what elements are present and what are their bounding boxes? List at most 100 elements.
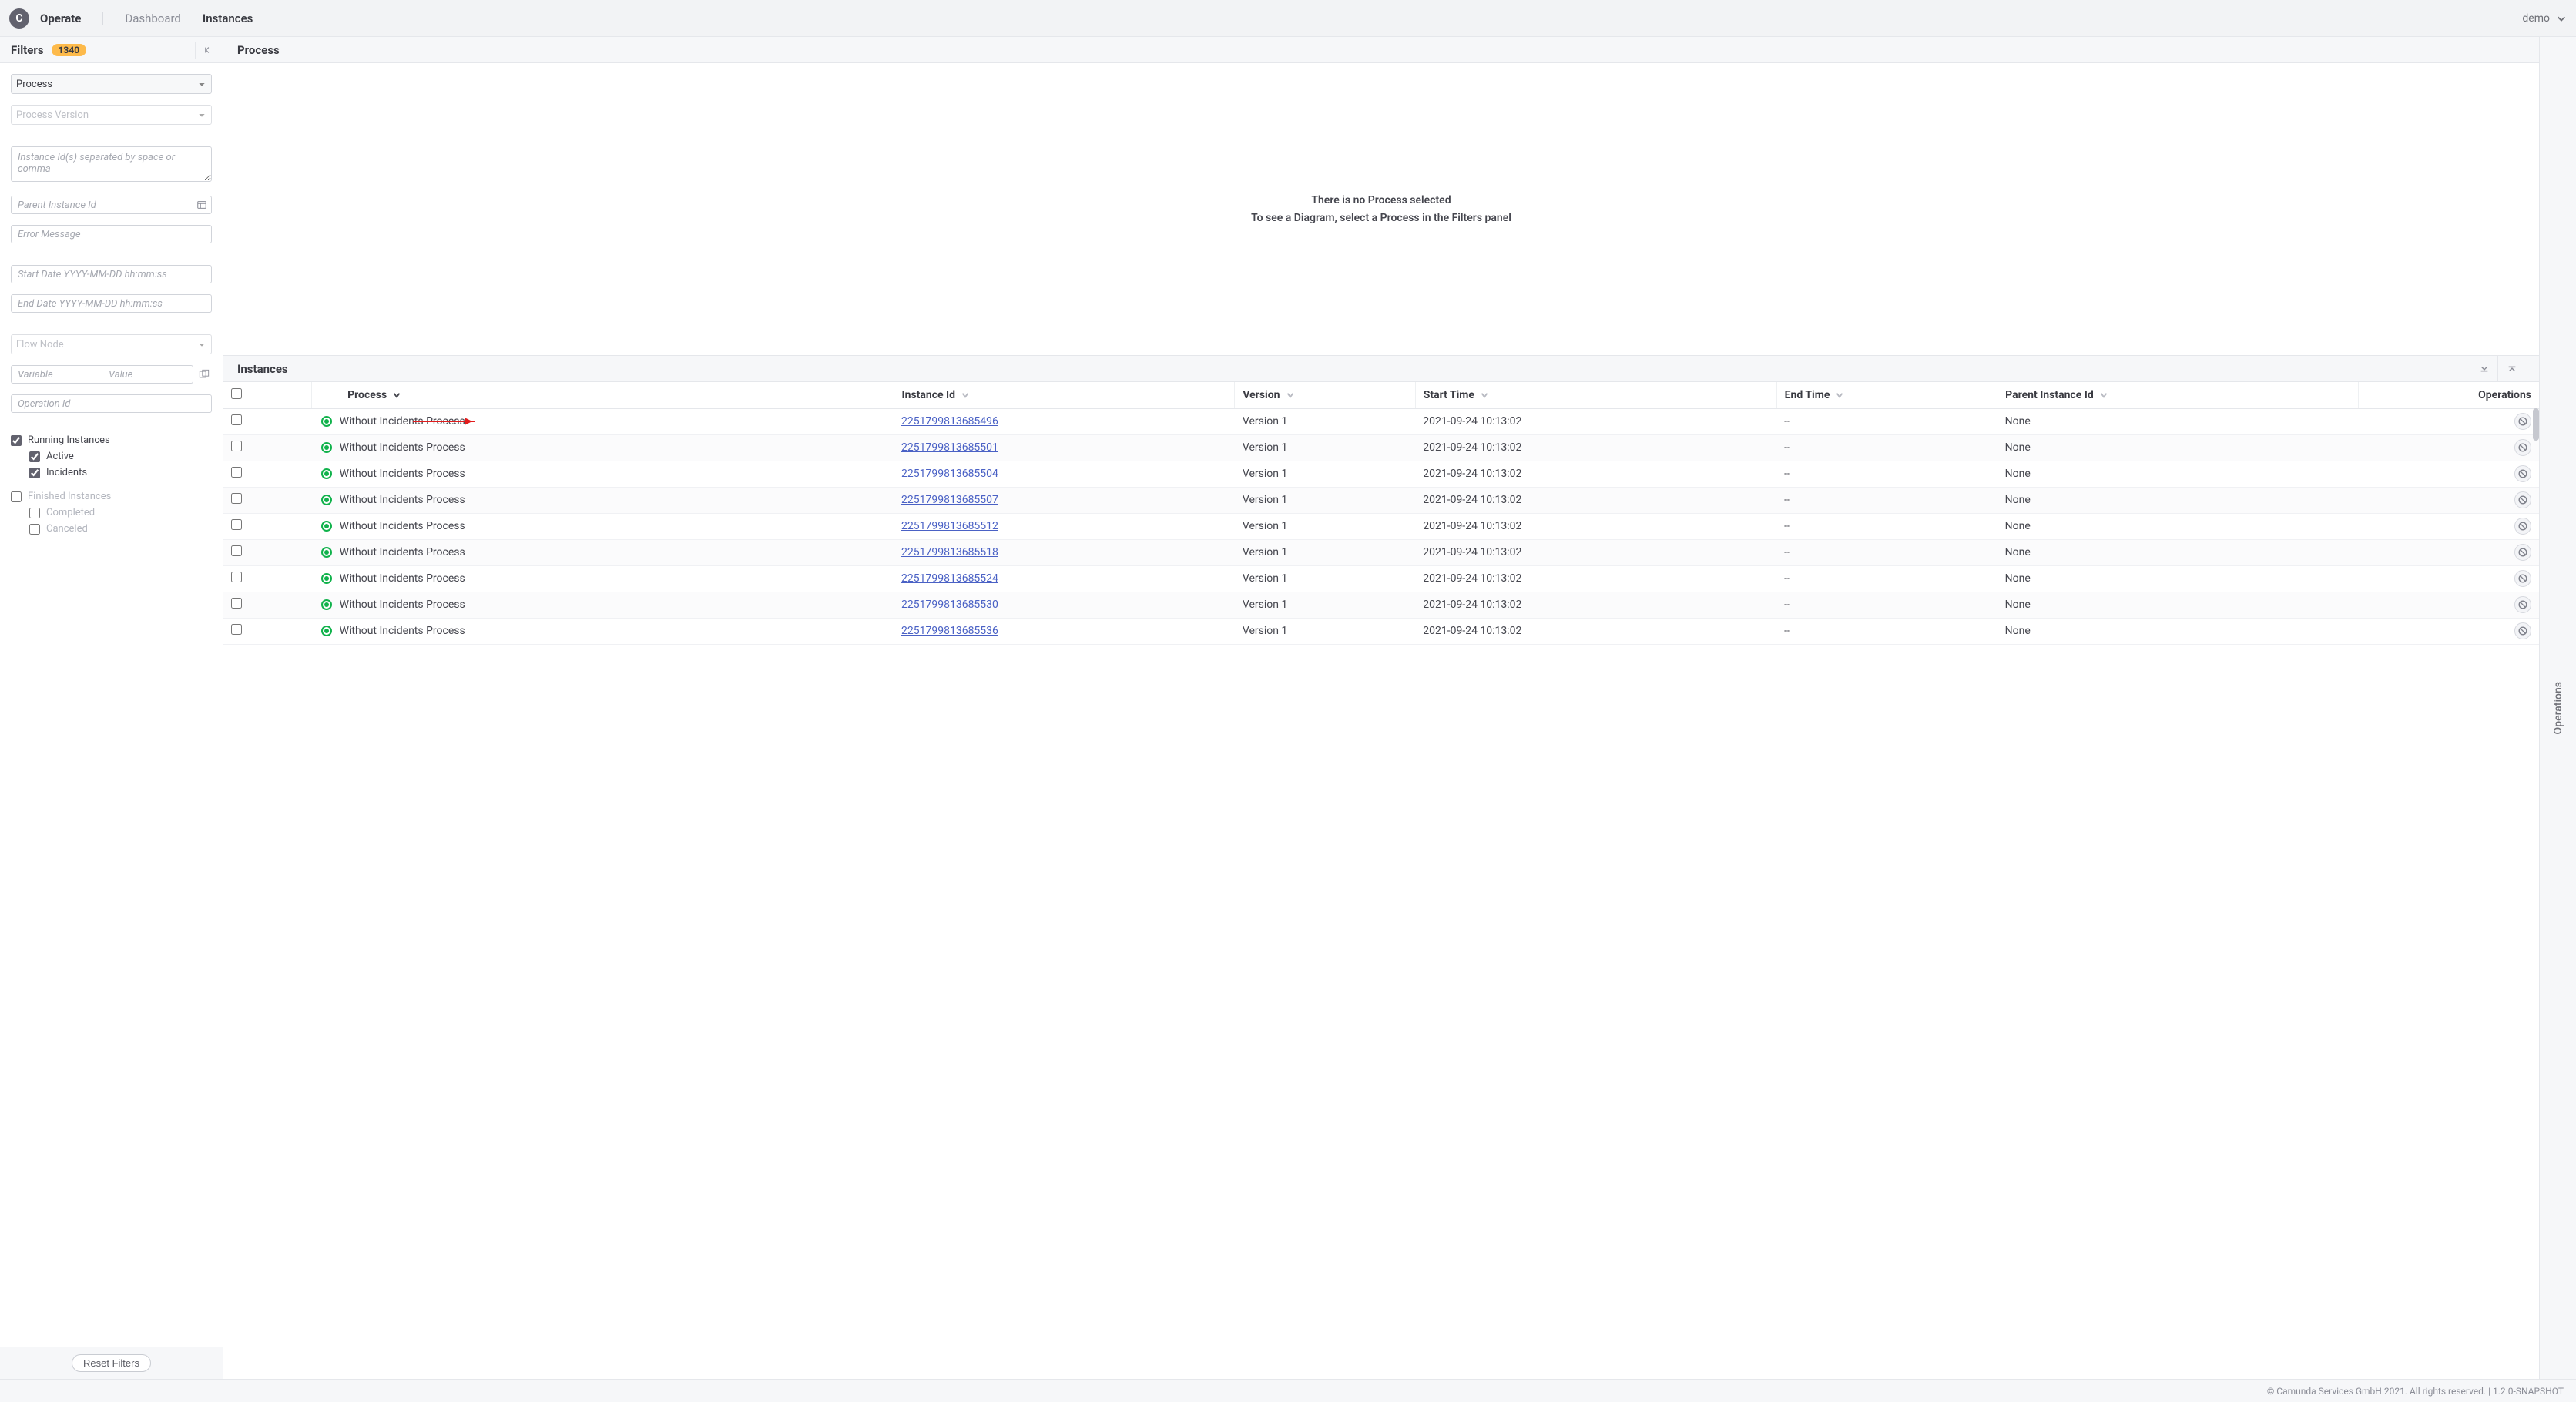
process-select[interactable]: Process	[11, 74, 212, 94]
col-operations: Operations	[2359, 382, 2540, 408]
cancel-instance-button[interactable]	[2514, 491, 2531, 508]
cancel-icon	[2517, 626, 2528, 636]
instance-ids-input[interactable]	[11, 146, 212, 182]
row-checkbox[interactable]	[231, 519, 242, 530]
operation-id-input[interactable]	[11, 394, 212, 413]
active-checkbox[interactable]	[29, 451, 40, 462]
table-row: Without Incidents Process225179981368550…	[223, 487, 2539, 513]
row-checkbox[interactable]	[231, 624, 242, 635]
end-date-input[interactable]	[11, 294, 212, 313]
flow-node-select[interactable]: Flow Node	[11, 334, 212, 354]
running-instances-label: Running Instances	[28, 434, 110, 446]
variable-name-input[interactable]	[11, 365, 102, 384]
lookup-icon[interactable]	[196, 200, 207, 210]
nav-instances[interactable]: Instances	[203, 12, 253, 25]
collapse-down-button[interactable]	[2470, 356, 2497, 382]
row-instance-id-link[interactable]: 2251799813685530	[901, 599, 998, 611]
select-all-checkbox[interactable]	[231, 388, 242, 399]
row-checkbox[interactable]	[231, 414, 242, 425]
row-process-name: Without Incidents Process	[340, 572, 465, 585]
col-instance-id[interactable]: Instance Id	[894, 382, 1235, 408]
incidents-checkbox[interactable]	[29, 468, 40, 478]
diagram-empty-line1: There is no Process selected	[1251, 192, 1511, 209]
row-end-time: --	[1776, 565, 1997, 592]
cancel-instance-button[interactable]	[2514, 570, 2531, 587]
col-parent-instance-id[interactable]: Parent Instance Id	[1997, 382, 2359, 408]
process-version-select[interactable]: Process Version	[11, 105, 212, 125]
cancel-icon	[2517, 599, 2528, 610]
row-process-name: Without Incidents Process	[340, 546, 465, 558]
row-start-time: 2021-09-24 10:13:02	[1415, 487, 1776, 513]
error-message-input[interactable]	[11, 225, 212, 243]
cancel-instance-button[interactable]	[2514, 544, 2531, 561]
reset-filters-button[interactable]: Reset Filters	[72, 1354, 151, 1372]
completed-checkbox[interactable]	[29, 508, 40, 518]
state-active-icon	[321, 468, 332, 479]
row-checkbox[interactable]	[231, 493, 242, 504]
canceled-checkbox[interactable]	[29, 524, 40, 535]
instances-title: Instances	[237, 362, 288, 376]
collapse-left-icon	[203, 45, 212, 55]
row-checkbox[interactable]	[231, 467, 242, 478]
cancel-instance-button[interactable]	[2514, 518, 2531, 535]
collapse-sidebar-button[interactable]	[195, 42, 212, 59]
table-row: Without Incidents Process225179981368553…	[223, 618, 2539, 644]
instances-table: Process Instance Id Version Start Time E…	[223, 382, 2539, 645]
row-instance-id-link[interactable]: 2251799813685507	[901, 494, 998, 506]
row-instance-id-link[interactable]: 2251799813685536	[901, 625, 998, 637]
cancel-icon	[2517, 495, 2528, 505]
row-version: Version 1	[1235, 408, 1415, 434]
expand-value-icon[interactable]	[196, 367, 212, 382]
cancel-instance-button[interactable]	[2514, 439, 2531, 456]
col-start-time[interactable]: Start Time	[1415, 382, 1776, 408]
cancel-instance-button[interactable]	[2514, 596, 2531, 613]
row-instance-id-link[interactable]: 2251799813685501	[901, 441, 998, 454]
row-instance-id-link[interactable]: 2251799813685512	[901, 520, 998, 532]
row-parent-instance-id: None	[1997, 461, 2359, 487]
table-row: Without Incidents Process225179981368551…	[223, 513, 2539, 539]
top-nav: C Operate Dashboard Instances demo	[0, 0, 2576, 37]
row-parent-instance-id: None	[1997, 408, 2359, 434]
row-instance-id-link[interactable]: 2251799813685504	[901, 468, 998, 480]
row-checkbox[interactable]	[231, 572, 242, 582]
state-active-icon	[321, 442, 332, 453]
row-checkbox[interactable]	[231, 441, 242, 451]
row-instance-id-link[interactable]: 2251799813685518	[901, 546, 998, 558]
nav-dashboard[interactable]: Dashboard	[125, 12, 181, 25]
row-start-time: 2021-09-24 10:13:02	[1415, 539, 1776, 565]
col-process[interactable]: Process	[312, 382, 894, 408]
user-menu[interactable]: demo	[2522, 12, 2567, 25]
row-checkbox[interactable]	[231, 598, 242, 609]
finished-instances-label: Finished Instances	[28, 491, 111, 502]
table-scrollbar[interactable]	[2533, 408, 2539, 1379]
state-active-icon	[321, 626, 332, 636]
running-instances-checkbox[interactable]	[11, 435, 22, 446]
instances-panel-header: Instances	[223, 356, 2539, 382]
table-row: Without Incidents Process225179981368550…	[223, 434, 2539, 461]
filters-sidebar: Filters 1340 Process Process Version	[0, 37, 223, 1379]
row-instance-id-link[interactable]: 2251799813685496	[901, 415, 998, 428]
start-date-input[interactable]	[11, 265, 212, 283]
parent-instance-id-input[interactable]	[11, 196, 212, 214]
sort-desc-icon	[391, 390, 402, 401]
col-end-time[interactable]: End Time	[1776, 382, 1997, 408]
finished-instances-checkbox[interactable]	[11, 491, 22, 502]
operations-rail[interactable]: Operations	[2539, 37, 2576, 1379]
collapse-up-button[interactable]	[2497, 356, 2525, 382]
col-version[interactable]: Version	[1235, 382, 1415, 408]
cancel-instance-button[interactable]	[2514, 465, 2531, 482]
brand-logo: C	[9, 8, 29, 29]
filters-count-badge: 1340	[52, 44, 87, 56]
row-end-time: --	[1776, 513, 1997, 539]
variable-value-input[interactable]	[102, 365, 193, 384]
row-version: Version 1	[1235, 461, 1415, 487]
cancel-instance-button[interactable]	[2514, 413, 2531, 430]
completed-label: Completed	[46, 507, 95, 518]
cancel-instance-button[interactable]	[2514, 622, 2531, 639]
cancel-icon	[2517, 468, 2528, 479]
diagram-empty-line2: To see a Diagram, select a Process in th…	[1251, 210, 1511, 226]
row-checkbox[interactable]	[231, 545, 242, 556]
state-active-icon	[321, 599, 332, 610]
state-active-icon	[321, 521, 332, 532]
row-instance-id-link[interactable]: 2251799813685524	[901, 572, 998, 585]
